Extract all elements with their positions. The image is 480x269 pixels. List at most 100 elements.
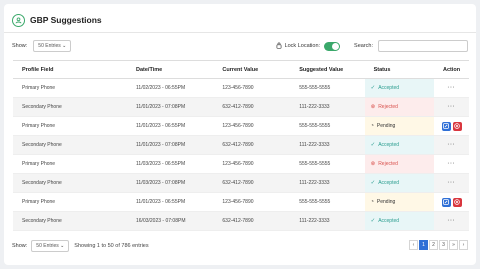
- table-row: Primary Phone 11/03/2023 - 06:55PM 123-456…: [13, 154, 469, 174]
- delete-button[interactable]: [452, 197, 462, 207]
- table-row: Primary Phone 11/01/2023 - 06:55PM 123-456…: [13, 116, 469, 136]
- status-label: Pending: [376, 123, 396, 129]
- table-header-row: Profile Field Date/Time Current Value Su…: [13, 60, 469, 79]
- profile-field-cell: Primary Phone: [13, 192, 127, 212]
- date-time-cell: 11/03/2023 - 07:08PM: [127, 173, 214, 193]
- clock-icon: ◔: [370, 199, 374, 205]
- footer-entries-value: 50 Entries: [36, 243, 59, 249]
- col-date-time[interactable]: Date/Time: [127, 60, 214, 79]
- edit-icon: [443, 123, 449, 129]
- entries-select-value: 50 Entries: [38, 43, 61, 49]
- date-time-cell: 11/01/2023 - 07:08PM: [127, 97, 214, 117]
- profile-field-cell: Primary Phone: [13, 116, 127, 136]
- suggestions-card: GBP Suggestions Show: 50 Entries ⌄ Lock …: [4, 4, 476, 265]
- chevron-down-icon: ⌄: [60, 243, 65, 249]
- suggested-value-cell: 555-555-5555: [290, 192, 365, 212]
- lock-icon: [276, 42, 282, 51]
- close-icon: [454, 199, 460, 205]
- status-label: Pending: [376, 199, 396, 205]
- suggested-value-cell: 111-222-3333: [290, 173, 365, 193]
- page-button[interactable]: 2: [429, 240, 438, 250]
- profile-field-cell: Primary Phone: [13, 154, 127, 174]
- profile-field-cell: Primary Phone: [13, 78, 127, 98]
- status-badge: ⊗ Rejected: [364, 154, 435, 174]
- table-row: Primary Phone 11/02/2023 - 06:55PM 123-456…: [13, 78, 469, 98]
- status-label: Accepted: [378, 180, 400, 186]
- x-circle-icon: ⊗: [370, 104, 376, 110]
- table-footer: Show: 50 Entries ⌄ Showing 1 to 50 of 78…: [12, 240, 468, 252]
- lock-location-label: Lock Location:: [284, 43, 321, 49]
- current-value-cell: 123-456-7890: [213, 116, 291, 136]
- edit-button[interactable]: [441, 197, 451, 207]
- check-circle-icon: ✓: [370, 180, 376, 186]
- action-cell: ···: [434, 154, 469, 174]
- col-profile-field[interactable]: Profile Field: [13, 60, 127, 79]
- check-circle-icon: ✓: [370, 85, 376, 91]
- suggested-value-cell: 555-555-5555: [290, 78, 365, 98]
- more-options-icon[interactable]: ···: [448, 180, 456, 186]
- page-header: GBP Suggestions: [12, 12, 102, 28]
- toggle-knob: [332, 42, 340, 50]
- status-badge: ✓ Accepted: [364, 78, 435, 98]
- current-value-cell: 632-412-7890: [213, 135, 291, 155]
- x-circle-icon: ⊗: [370, 161, 376, 167]
- action-cell: ···: [434, 211, 469, 231]
- status-label: Accepted: [378, 85, 400, 91]
- footer-entries-select[interactable]: 50 Entries ⌄: [31, 240, 70, 252]
- suggested-value-cell: 555-555-5555: [290, 154, 365, 174]
- entries-select[interactable]: 50 Entries ⌄: [33, 40, 72, 52]
- chevron-down-icon: ⌄: [62, 43, 67, 49]
- col-current-value[interactable]: Current Value: [213, 60, 291, 79]
- status-badge: ✓ Accepted: [364, 135, 435, 155]
- page-button[interactable]: ›: [459, 240, 468, 250]
- suggested-value-cell: 111-222-3333: [290, 97, 365, 117]
- footer-show-label: Show:: [12, 243, 28, 249]
- action-cell: ···: [434, 135, 469, 155]
- pagination: ‹ 1 2 3» ›: [408, 240, 468, 252]
- profile-field-cell: Secondary Phone: [13, 135, 127, 155]
- more-options-icon[interactable]: ···: [448, 161, 456, 167]
- status-label: Accepted: [378, 142, 400, 148]
- more-options-icon[interactable]: ···: [448, 218, 456, 224]
- more-options-icon[interactable]: ···: [448, 142, 456, 148]
- more-options-icon[interactable]: ···: [448, 85, 456, 91]
- edit-button[interactable]: [441, 121, 451, 131]
- status-badge: ◔ Pending: [364, 116, 435, 136]
- action-cell: [434, 116, 469, 136]
- date-time-cell: 11/01/2023 - 06:55PM: [127, 116, 214, 136]
- status-label: Rejected: [378, 161, 398, 167]
- suggested-value-cell: 111-222-3333: [290, 211, 365, 231]
- suggested-value-cell: 111-222-3333: [290, 135, 365, 155]
- page-button[interactable]: 3: [439, 240, 448, 250]
- page-button[interactable]: »: [449, 240, 458, 250]
- current-value-cell: 632-412-7890: [213, 173, 291, 193]
- current-value-cell: 123-456-7890: [213, 78, 291, 98]
- table-row: Secondary Phone 16/03/2023 - 07:08PM 632-4…: [13, 211, 469, 231]
- entries-info: Showing 1 to 50 of 786 entries: [74, 243, 149, 249]
- more-options-icon[interactable]: ···: [448, 104, 456, 110]
- action-cell: ···: [434, 78, 469, 98]
- date-time-cell: 11/01/2023 - 06:55PM: [127, 192, 214, 212]
- search-input[interactable]: [378, 40, 468, 52]
- user-icon: [12, 13, 25, 27]
- date-time-cell: 11/01/2023 - 07:08PM: [127, 135, 214, 155]
- action-cell: ···: [434, 173, 469, 193]
- suggestions-table: Profile Field Date/Time Current Value Su…: [13, 60, 469, 231]
- table-row: Primary Phone 11/01/2023 - 06:55PM 123-456…: [13, 192, 469, 212]
- current-value-cell: 123-456-7890: [213, 154, 291, 174]
- col-action: Action: [434, 60, 469, 79]
- col-status[interactable]: Status: [364, 60, 435, 79]
- delete-button[interactable]: [452, 121, 462, 131]
- table-row: Secondary Phone 11/03/2023 - 07:08PM 632-4…: [13, 173, 469, 193]
- toolbar: Show: 50 Entries ⌄ Lock Location: Search…: [12, 39, 468, 53]
- current-value-cell: 632-412-7890: [213, 97, 291, 117]
- table-row: Secondary Phone 11/01/2023 - 07:08PM 632-4…: [13, 135, 469, 155]
- page-button[interactable]: 1: [419, 240, 428, 250]
- status-label: Accepted: [378, 218, 400, 224]
- page-button[interactable]: ‹: [409, 240, 418, 250]
- profile-field-cell: Secondary Phone: [13, 97, 127, 117]
- lock-location-toggle[interactable]: [324, 41, 341, 51]
- status-badge: ✓ Accepted: [364, 211, 435, 231]
- current-value-cell: 632-412-7890: [213, 211, 291, 231]
- col-suggested-value[interactable]: Suggested Value: [290, 60, 365, 79]
